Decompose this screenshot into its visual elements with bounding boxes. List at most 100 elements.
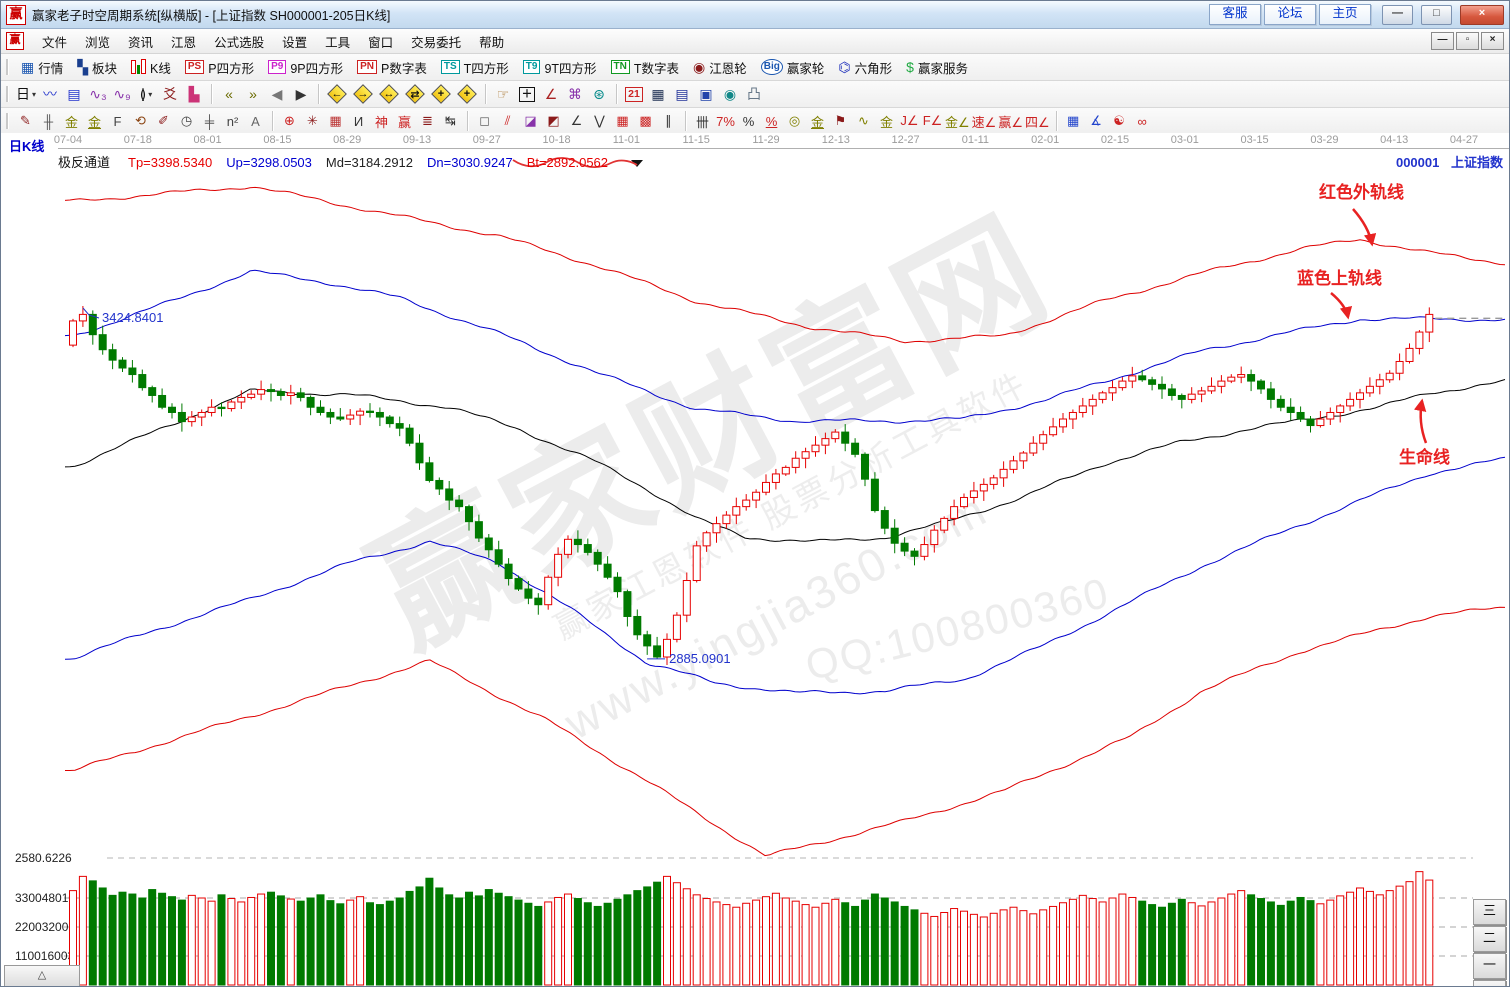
tick-comb-icon[interactable]: ╪: [199, 110, 220, 132]
ruler-123-icon[interactable]: ≣: [417, 110, 438, 132]
save-icon[interactable]: ▣: [695, 83, 717, 105]
maximize-button[interactable]: □: [1421, 5, 1452, 25]
infinity-icon[interactable]: ∞: [1132, 110, 1153, 132]
f-angle-icon[interactable]: F∠: [922, 110, 943, 132]
hexagon-button[interactable]: ⌬六角形: [831, 56, 899, 79]
four-angle-icon[interactable]: 四∠: [1025, 110, 1050, 132]
t-square-button[interactable]: TST四方形: [434, 56, 516, 79]
mdi-restore-button[interactable]: ▫: [1456, 32, 1479, 50]
menu-公式选股[interactable]: 公式选股: [205, 29, 273, 54]
9t-square-button[interactable]: T99T四方形: [516, 56, 604, 79]
percent-icon[interactable]: %: [738, 110, 759, 132]
menu-窗口[interactable]: 窗口: [359, 29, 402, 54]
crosshair-button[interactable]: ＋: [516, 83, 538, 105]
shift-right-button[interactable]: →: [353, 84, 373, 104]
menu-资讯[interactable]: 资讯: [119, 29, 162, 54]
gold-circle-icon[interactable]: ◎: [784, 110, 805, 132]
parallel-lines-icon[interactable]: ∥: [658, 110, 679, 132]
notes-icon[interactable]: ▤: [671, 83, 693, 105]
homepage-button[interactable]: 主页: [1319, 4, 1371, 25]
a-angle-icon[interactable]: A: [245, 110, 266, 132]
pane-layout-2-button[interactable]: 二: [1473, 926, 1506, 952]
shen-icon[interactable]: 神: [371, 110, 392, 132]
percent-line-icon[interactable]: %: [761, 110, 782, 132]
angle-measure-icon[interactable]: ∠: [540, 83, 562, 105]
pane-layout-3-button[interactable]: 三: [1473, 899, 1506, 925]
gold-wave-icon[interactable]: ∿: [853, 110, 874, 132]
winner-service-button[interactable]: $赢家服务: [899, 56, 975, 79]
expand-h-button[interactable]: ↔: [379, 84, 399, 104]
last-page-button[interactable]: »: [242, 83, 264, 105]
gold-angle-icon[interactable]: 金∠: [945, 110, 970, 132]
menu-设置[interactable]: 设置: [273, 29, 316, 54]
n2-icon[interactable]: n²: [222, 110, 243, 132]
calculator-icon[interactable]: ▦: [647, 83, 669, 105]
angle-line-icon[interactable]: ∠: [566, 110, 587, 132]
starburst-icon[interactable]: ✳: [302, 110, 323, 132]
menu-交易委托[interactable]: 交易委托: [402, 29, 470, 54]
zigzag-icon[interactable]: ⋁: [589, 110, 610, 132]
zoom-in-button[interactable]: +: [431, 84, 451, 104]
rect-tool-icon[interactable]: ◻: [474, 110, 495, 132]
forum-button[interactable]: 论坛: [1264, 4, 1316, 25]
prev-page-button[interactable]: ◀: [266, 83, 288, 105]
flag-icon[interactable]: ⚑: [830, 110, 851, 132]
percent7-icon[interactable]: 7%: [715, 110, 736, 132]
boxed-fan-icon[interactable]: ◪: [520, 110, 541, 132]
time-circle-icon[interactable]: ◷: [176, 110, 197, 132]
target-cross-icon[interactable]: ⊕: [279, 110, 300, 132]
winner-wheel-button[interactable]: Big赢家轮: [754, 56, 832, 79]
p-square-button[interactable]: PSP四方形: [178, 56, 261, 79]
menu-帮助[interactable]: 帮助: [470, 29, 513, 54]
span-arrows-icon[interactable]: ↹: [440, 110, 461, 132]
red-grid-icon[interactable]: ▦: [612, 110, 633, 132]
gold-ratio2-icon[interactable]: 金: [84, 110, 105, 132]
boxed-fan2-icon[interactable]: ◩: [543, 110, 564, 132]
wave-mark-icon[interactable]: И: [348, 110, 369, 132]
close-button[interactable]: ×: [1460, 5, 1504, 25]
p-number-table-button[interactable]: PNP数字表: [350, 56, 434, 79]
wave-9-icon[interactable]: ∿₉: [111, 83, 133, 105]
mdi-close-button[interactable]: ×: [1481, 32, 1504, 50]
gann-wheel-button[interactable]: ◉江恩轮: [686, 56, 754, 79]
minimize-button[interactable]: —: [1382, 5, 1413, 25]
gold-line-icon[interactable]: 金: [807, 110, 828, 132]
drag-hand-icon[interactable]: ☞: [492, 83, 514, 105]
menu-浏览[interactable]: 浏览: [76, 29, 119, 54]
ying-angle-icon[interactable]: 赢∠: [998, 110, 1023, 132]
speed-angle-icon[interactable]: 速∠: [972, 110, 997, 132]
shift-left-button[interactable]: ←: [327, 84, 347, 104]
menu-文件[interactable]: 文件: [33, 29, 76, 54]
menu-工具[interactable]: 工具: [316, 29, 359, 54]
red-grid2-icon[interactable]: ▩: [635, 110, 656, 132]
ying-icon[interactable]: 赢: [394, 110, 415, 132]
sector-button[interactable]: ▚板块: [70, 56, 124, 79]
pattern-tool-icon[interactable]: ⊛: [588, 83, 610, 105]
pane-expand-button[interactable]: →: [1473, 980, 1506, 987]
compress-h-button[interactable]: ⇄: [405, 84, 425, 104]
wave-3-icon[interactable]: ∿₃: [87, 83, 109, 105]
quote-table-button[interactable]: ▦行情: [14, 56, 70, 79]
gann-box-icon[interactable]: ⌘: [564, 83, 586, 105]
next-page-button[interactable]: ▶: [290, 83, 312, 105]
period-day-button[interactable]: 日: [15, 83, 37, 105]
t-number-table-button[interactable]: TNT数字表: [604, 56, 686, 79]
zoom-out-button[interactable]: +: [457, 84, 477, 104]
first-page-button[interactable]: «: [218, 83, 240, 105]
candle-style-button[interactable]: ≬: [135, 83, 157, 105]
spiral-icon[interactable]: ⟲: [130, 110, 151, 132]
marker-pen-icon[interactable]: ✐: [153, 110, 174, 132]
chart-tool-icon[interactable]: ∡: [1086, 110, 1107, 132]
kline-button[interactable]: K线: [124, 56, 178, 79]
brush-icon[interactable]: ✎: [15, 110, 36, 132]
web-grid-icon[interactable]: ▦: [325, 110, 346, 132]
taiji-icon[interactable]: ☯: [1109, 110, 1130, 132]
char-tool-icon[interactable]: 爻: [159, 83, 181, 105]
mdi-minimize-button[interactable]: —: [1431, 32, 1454, 50]
web-save-icon[interactable]: ◉: [719, 83, 741, 105]
calendar-icon[interactable]: 21: [623, 83, 645, 105]
memo-icon[interactable]: ▤: [63, 83, 85, 105]
9p-square-button[interactable]: P99P四方形: [261, 56, 350, 79]
ray-fan-icon[interactable]: ⫽: [497, 110, 518, 132]
grid-comb-icon[interactable]: ╫: [38, 110, 59, 132]
